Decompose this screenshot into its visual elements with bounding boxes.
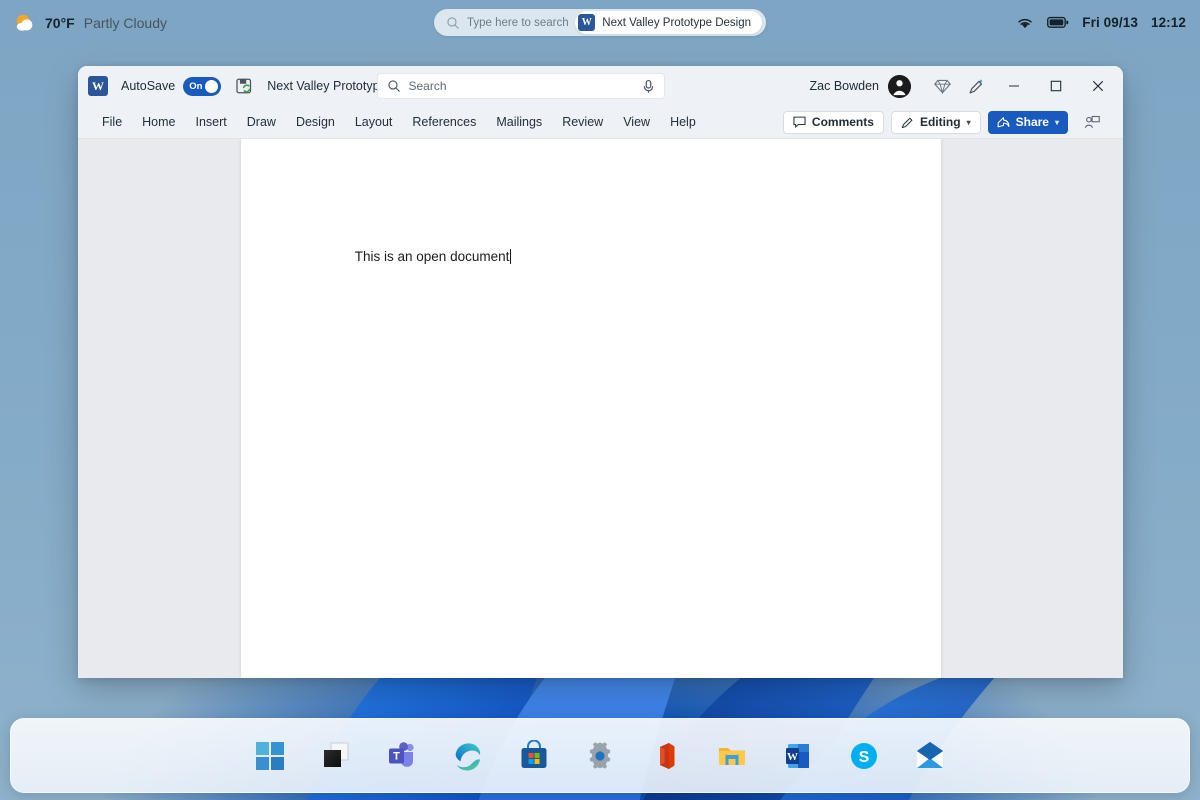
word-icon: W — [786, 743, 809, 768]
title-bar-right-cluster: Zac Bowden — [810, 66, 1123, 106]
office-button[interactable] — [644, 734, 688, 778]
mail-button[interactable] — [908, 734, 952, 778]
tab-mailings[interactable]: Mailings — [486, 111, 552, 133]
tab-help[interactable]: Help — [660, 111, 706, 133]
word-search-box[interactable]: Search — [376, 73, 665, 99]
office-icon — [660, 742, 675, 769]
system-tray: Fri 09/13 12:12 — [1016, 15, 1186, 30]
settings-button[interactable] — [578, 734, 622, 778]
teams-button[interactable]: T — [380, 734, 424, 778]
diamond-icon[interactable] — [925, 71, 959, 101]
store-button[interactable] — [512, 734, 556, 778]
minimize-icon — [1009, 85, 1019, 87]
save-sync-icon[interactable] — [235, 77, 253, 95]
document-paragraph: This is an open document — [354, 249, 510, 264]
svg-text:T: T — [393, 750, 400, 762]
pencil-icon — [901, 117, 913, 128]
close-button[interactable] — [1077, 66, 1119, 106]
comment-icon — [793, 116, 806, 128]
system-top-bar: 70°F Partly Cloudy Type here to search W… — [0, 0, 1200, 45]
tray-time[interactable]: 12:12 — [1151, 15, 1186, 30]
document-page[interactable]: This is an open document — [241, 139, 941, 678]
word-window: W AutoSave On Next Valley Prototype Desi… — [78, 66, 1123, 678]
autosave-state: On — [189, 80, 203, 92]
teams-icon: T — [389, 741, 414, 767]
weather-condition: Partly Cloudy — [83, 14, 167, 31]
maximize-button[interactable] — [1035, 66, 1077, 106]
edge-button[interactable] — [446, 734, 490, 778]
tab-view[interactable]: View — [613, 111, 660, 133]
designer-pen-icon[interactable] — [959, 71, 993, 101]
taskbar-search-app-pill[interactable]: W Next Valley Prototype Design — [575, 11, 762, 34]
share-icon — [997, 117, 1010, 128]
tab-home[interactable]: Home — [132, 111, 185, 133]
comments-button[interactable]: Comments — [782, 110, 884, 134]
word-icon: W — [88, 76, 108, 96]
text-cursor — [510, 249, 512, 264]
maximize-icon — [1050, 80, 1062, 92]
editing-button[interactable]: Editing ▾ — [890, 110, 981, 134]
taskbar-search-box[interactable]: Type here to search W Next Valley Protot… — [434, 9, 766, 36]
microphone-icon[interactable] — [642, 79, 655, 94]
word-search-placeholder: Search — [408, 79, 447, 93]
microsoft-store-icon — [521, 739, 547, 768]
search-icon — [387, 80, 400, 92]
word-title-bar: W AutoSave On Next Valley Prototype Desi… — [78, 66, 1123, 106]
chevron-down-icon: ▾ — [966, 117, 971, 127]
task-view-icon — [324, 742, 349, 767]
tray-date[interactable]: Fri 09/13 — [1082, 15, 1138, 30]
ribbon-tab-strip: File Home Insert Draw Design Layout Refe… — [78, 106, 1123, 139]
folder-icon — [719, 747, 745, 765]
autosave-label: AutoSave — [121, 79, 176, 93]
partly-cloudy-icon — [16, 14, 33, 31]
skype-button[interactable]: S — [842, 734, 886, 778]
start-button[interactable] — [248, 734, 292, 778]
chevron-down-icon: ▾ — [1054, 117, 1059, 127]
user-avatar-icon — [888, 74, 911, 98]
skype-icon: S — [851, 742, 877, 769]
document-canvas: This is an open document — [78, 139, 1123, 678]
share-button[interactable]: Share ▾ — [987, 110, 1068, 134]
edge-icon — [455, 742, 481, 771]
weather-temperature: 70°F — [45, 14, 75, 31]
tab-insert[interactable]: Insert — [186, 111, 237, 133]
editing-label: Editing — [919, 115, 961, 129]
taskbar: T W S — [10, 718, 1190, 793]
tab-draw[interactable]: Draw — [237, 111, 286, 133]
word-button[interactable]: W — [776, 734, 820, 778]
svg-text:S: S — [859, 749, 870, 766]
avatar[interactable] — [888, 74, 911, 98]
comments-label: Comments — [811, 115, 874, 129]
account-name[interactable]: Zac Bowden — [810, 79, 879, 93]
mail-envelope-icon — [917, 741, 943, 768]
tab-file[interactable]: File — [92, 111, 132, 133]
ribbon-display-options-icon[interactable] — [1075, 107, 1109, 137]
minimize-button[interactable] — [993, 66, 1035, 106]
tab-references[interactable]: References — [402, 111, 486, 133]
wifi-icon[interactable] — [1016, 16, 1034, 30]
tab-layout[interactable]: Layout — [345, 111, 403, 133]
weather-widget[interactable]: 70°F Partly Cloudy — [14, 12, 167, 34]
document-body-text[interactable]: This is an open document — [325, 234, 512, 279]
ribbon-actions: Comments Editing ▾ Share ▾ — [782, 107, 1109, 137]
share-label: Share — [1015, 115, 1049, 129]
taskbar-search-placeholder: Type here to search — [467, 16, 569, 29]
gear-icon — [589, 741, 611, 769]
task-view-button[interactable] — [314, 734, 358, 778]
search-icon — [447, 16, 459, 29]
tab-design[interactable]: Design — [286, 111, 345, 133]
windows-logo-icon — [256, 741, 284, 770]
toggle-knob — [205, 79, 219, 93]
word-icon: W — [578, 14, 596, 31]
svg-text:W: W — [787, 751, 798, 763]
tab-review[interactable]: Review — [552, 111, 613, 133]
autosave-toggle[interactable]: On — [183, 76, 222, 96]
taskbar-search-app-label: Next Valley Prototype Design — [602, 16, 751, 29]
file-explorer-button[interactable] — [710, 734, 754, 778]
close-icon — [1092, 80, 1104, 92]
battery-icon[interactable] — [1047, 16, 1069, 29]
